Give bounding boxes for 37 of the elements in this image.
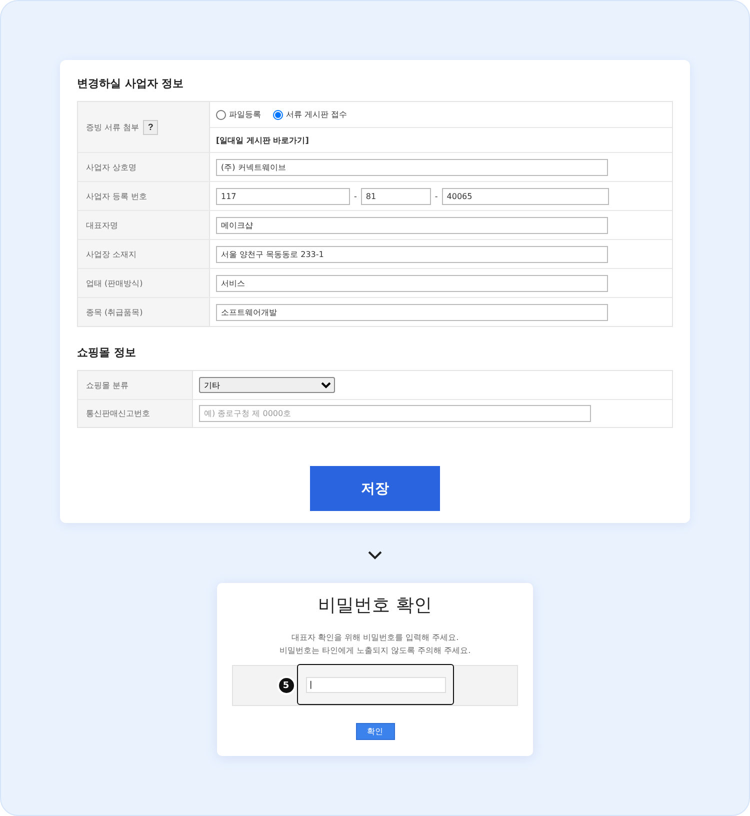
text-field[interactable]: 소프트웨어개발 bbox=[216, 304, 608, 320]
text-field[interactable]: 서울 양천구 목동동로 233-1 bbox=[216, 246, 608, 262]
text-field[interactable]: 예) 종로구청 제 0000호 bbox=[199, 405, 591, 422]
row-label: 통신판매신고번호 bbox=[86, 408, 150, 419]
text-field[interactable]: 서비스 bbox=[216, 274, 608, 292]
section-title: 변경하실 사업자 정보 bbox=[77, 76, 185, 91]
dialog-title: 비밀번호 확인 bbox=[318, 594, 432, 617]
number-field[interactable]: 40065 bbox=[442, 188, 609, 204]
password-field[interactable]: | bbox=[306, 676, 446, 692]
confirm-button[interactable]: 확인 bbox=[356, 723, 394, 740]
section-title: 쇼핑몰 정보 bbox=[77, 345, 137, 360]
row-label: 증빙 서류 첨부 bbox=[86, 122, 140, 132]
number-field[interactable]: 81 bbox=[360, 188, 431, 204]
radio-button[interactable] bbox=[216, 110, 226, 120]
row-label: 대표자명 bbox=[86, 220, 118, 230]
instruction-text: 대표자 확인을 위해 비밀번호를 입력해 주세요. bbox=[291, 632, 459, 644]
radio-button[interactable] bbox=[273, 110, 283, 120]
separator: - bbox=[354, 192, 357, 200]
text-field[interactable]: 메이크샵 bbox=[216, 216, 608, 234]
radio-label[interactable]: 서류 게시판 접수 bbox=[286, 109, 348, 120]
board-link[interactable]: [일대일 게시판 바로가기] bbox=[216, 134, 309, 146]
separator: - bbox=[434, 192, 438, 200]
row-label: 종목 (취급품목) bbox=[86, 306, 143, 318]
number-field[interactable]: 117 bbox=[216, 188, 350, 204]
row-label: 사업장 소재지 bbox=[86, 248, 137, 260]
save-button[interactable]: 저장 bbox=[310, 466, 440, 511]
row-label: 사업자 상호명 bbox=[86, 162, 137, 172]
chevron-down-icon bbox=[367, 550, 383, 560]
help-button[interactable]: ? bbox=[143, 120, 158, 134]
instruction-text: 비밀번호는 타인에게 노출되지 않도록 주의해 주세요. bbox=[279, 645, 471, 657]
category-select[interactable]: 기타 bbox=[199, 377, 335, 393]
text-field[interactable]: (주) 커넥트웨이브 bbox=[216, 158, 608, 176]
radio-label[interactable]: 파일등록 bbox=[229, 109, 261, 120]
row-label: 사업자 등록 번호 bbox=[86, 190, 148, 202]
step-badge: 5 bbox=[276, 676, 296, 695]
row-label: 쇼핑몰 분류 bbox=[86, 380, 129, 390]
row-label: 업태 (판매방식) bbox=[86, 278, 143, 288]
